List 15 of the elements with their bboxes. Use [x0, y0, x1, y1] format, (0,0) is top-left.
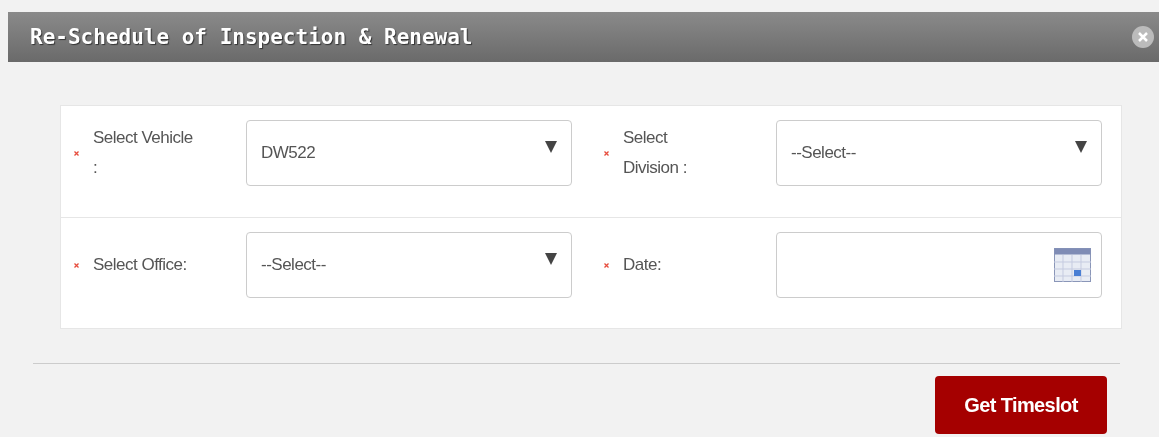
field-label: Date:	[623, 254, 663, 276]
select-field[interactable]: DW522	[246, 120, 572, 186]
select-field[interactable]: --Select--	[776, 120, 1102, 186]
field-label: Select Vehicle :	[93, 127, 193, 179]
field-label: Select Office:	[93, 254, 188, 276]
field-label: Select Division :	[623, 127, 688, 179]
get-timeslot-button[interactable]: Get Timeslot	[935, 376, 1107, 434]
caret-icon	[545, 253, 557, 265]
dialog-title: Re-Schedule of Inspection & Renewal	[30, 25, 473, 49]
select-field[interactable]: --Select--	[246, 232, 572, 298]
calendar-icon[interactable]	[1054, 248, 1091, 282]
date-field[interactable]	[776, 232, 1102, 298]
caret-icon	[1075, 141, 1087, 153]
close-icon[interactable]	[1131, 25, 1155, 49]
caret-icon	[545, 141, 557, 153]
